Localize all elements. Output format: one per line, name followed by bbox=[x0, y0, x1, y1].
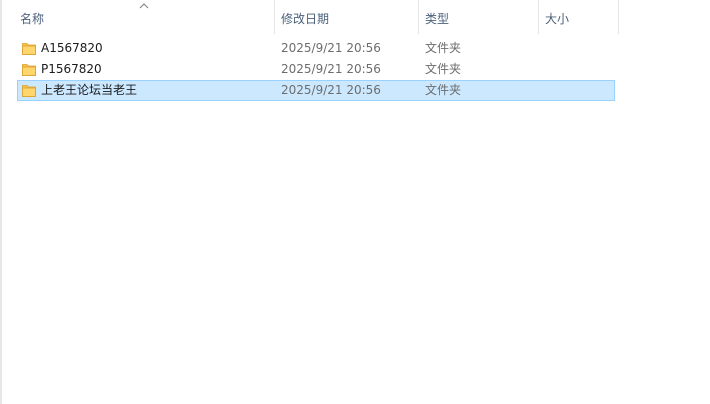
column-header-date-label: 修改日期 bbox=[281, 12, 330, 26]
file-list: A1567820 2025/9/21 20:56 文件夹 P1567820 20… bbox=[17, 38, 615, 101]
file-explorer-window: 名称 修改日期 类型 大小 A1567820 2025/9/21 20:56 文… bbox=[0, 0, 710, 404]
file-name: A1567820 bbox=[41, 41, 103, 55]
folder-icon bbox=[22, 43, 36, 55]
file-date-modified: 2025/9/21 20:56 bbox=[281, 41, 381, 55]
column-header-type-label: 类型 bbox=[425, 12, 450, 26]
column-header-size[interactable]: 大小 bbox=[539, 0, 619, 34]
file-name: P1567820 bbox=[41, 62, 102, 76]
file-name: 上老王论坛当老王 bbox=[41, 83, 138, 97]
column-header-date-modified[interactable]: 修改日期 bbox=[275, 0, 419, 34]
file-row[interactable]: P1567820 2025/9/21 20:56 文件夹 bbox=[17, 59, 615, 80]
file-type: 文件夹 bbox=[425, 41, 462, 55]
file-date-modified: 2025/9/21 20:56 bbox=[281, 83, 381, 97]
folder-icon bbox=[22, 64, 36, 76]
file-row-selected[interactable]: 上老王论坛当老王 2025/9/21 20:56 文件夹 bbox=[17, 80, 615, 101]
column-header-bar: 名称 修改日期 类型 大小 bbox=[0, 0, 620, 34]
column-header-type[interactable]: 类型 bbox=[419, 0, 539, 34]
file-row[interactable]: A1567820 2025/9/21 20:56 文件夹 bbox=[17, 38, 615, 59]
file-date-modified: 2025/9/21 20:56 bbox=[281, 62, 381, 76]
file-type: 文件夹 bbox=[425, 83, 462, 97]
pane-border bbox=[0, 0, 2, 404]
column-header-size-label: 大小 bbox=[545, 12, 570, 26]
file-type: 文件夹 bbox=[425, 62, 462, 76]
folder-icon bbox=[22, 85, 36, 97]
column-header-name-label: 名称 bbox=[20, 12, 45, 26]
sort-up-icon bbox=[139, 3, 149, 9]
